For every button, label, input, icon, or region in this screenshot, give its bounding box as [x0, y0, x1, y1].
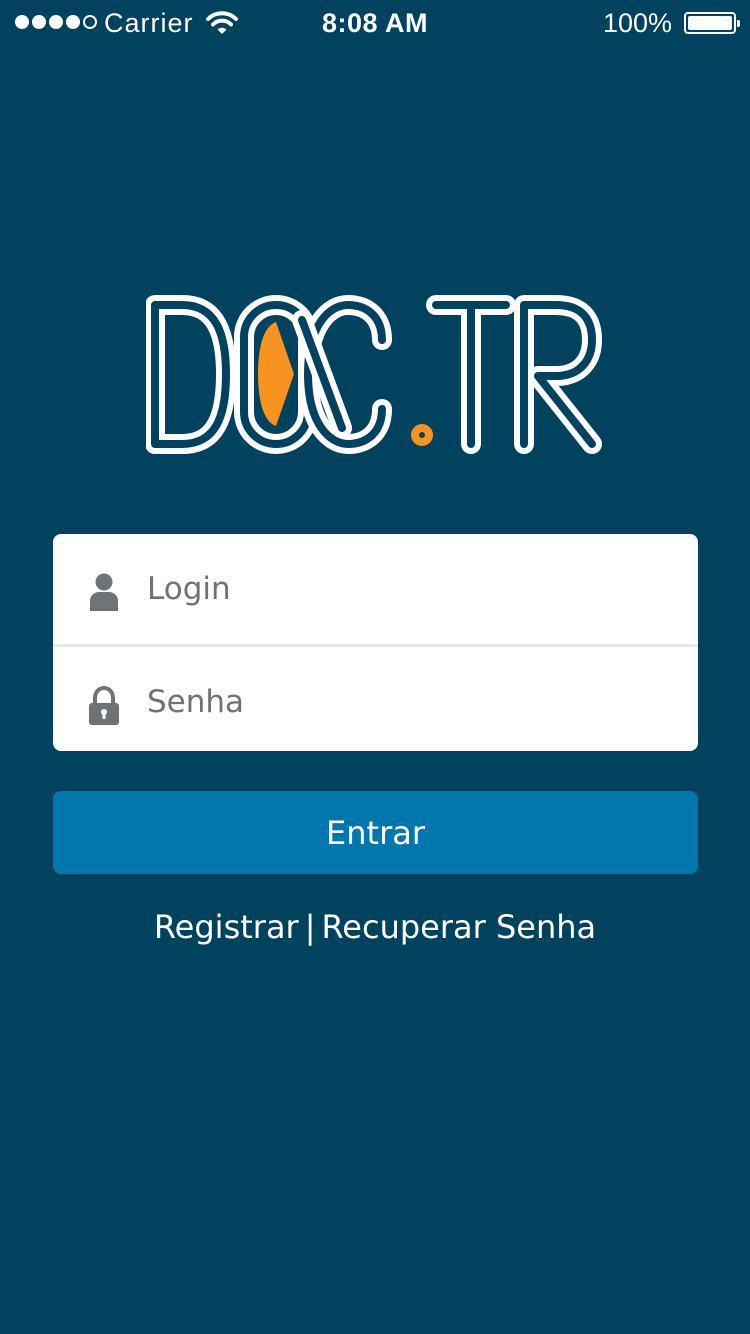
- enter-button[interactable]: Entrar: [53, 791, 698, 874]
- lock-icon: [89, 686, 119, 725]
- user-icon: [90, 573, 118, 611]
- battery-percentage: 100%: [602, 8, 672, 38]
- register-link[interactable]: Registrar: [154, 908, 299, 946]
- login-form: [53, 534, 698, 751]
- links-separator: |: [304, 908, 316, 946]
- password-input[interactable]: [147, 647, 667, 751]
- status-bar: Carrier 8:08 AM 100%: [0, 0, 750, 48]
- battery-icon: [684, 12, 740, 34]
- recover-password-link[interactable]: Recuperar Senha: [321, 908, 596, 946]
- login-input[interactable]: [147, 534, 667, 644]
- auth-links: Registrar | Recuperar Senha: [0, 908, 750, 946]
- doctr-logo: [146, 295, 602, 454]
- login-row: [53, 534, 698, 644]
- password-row: [53, 647, 698, 751]
